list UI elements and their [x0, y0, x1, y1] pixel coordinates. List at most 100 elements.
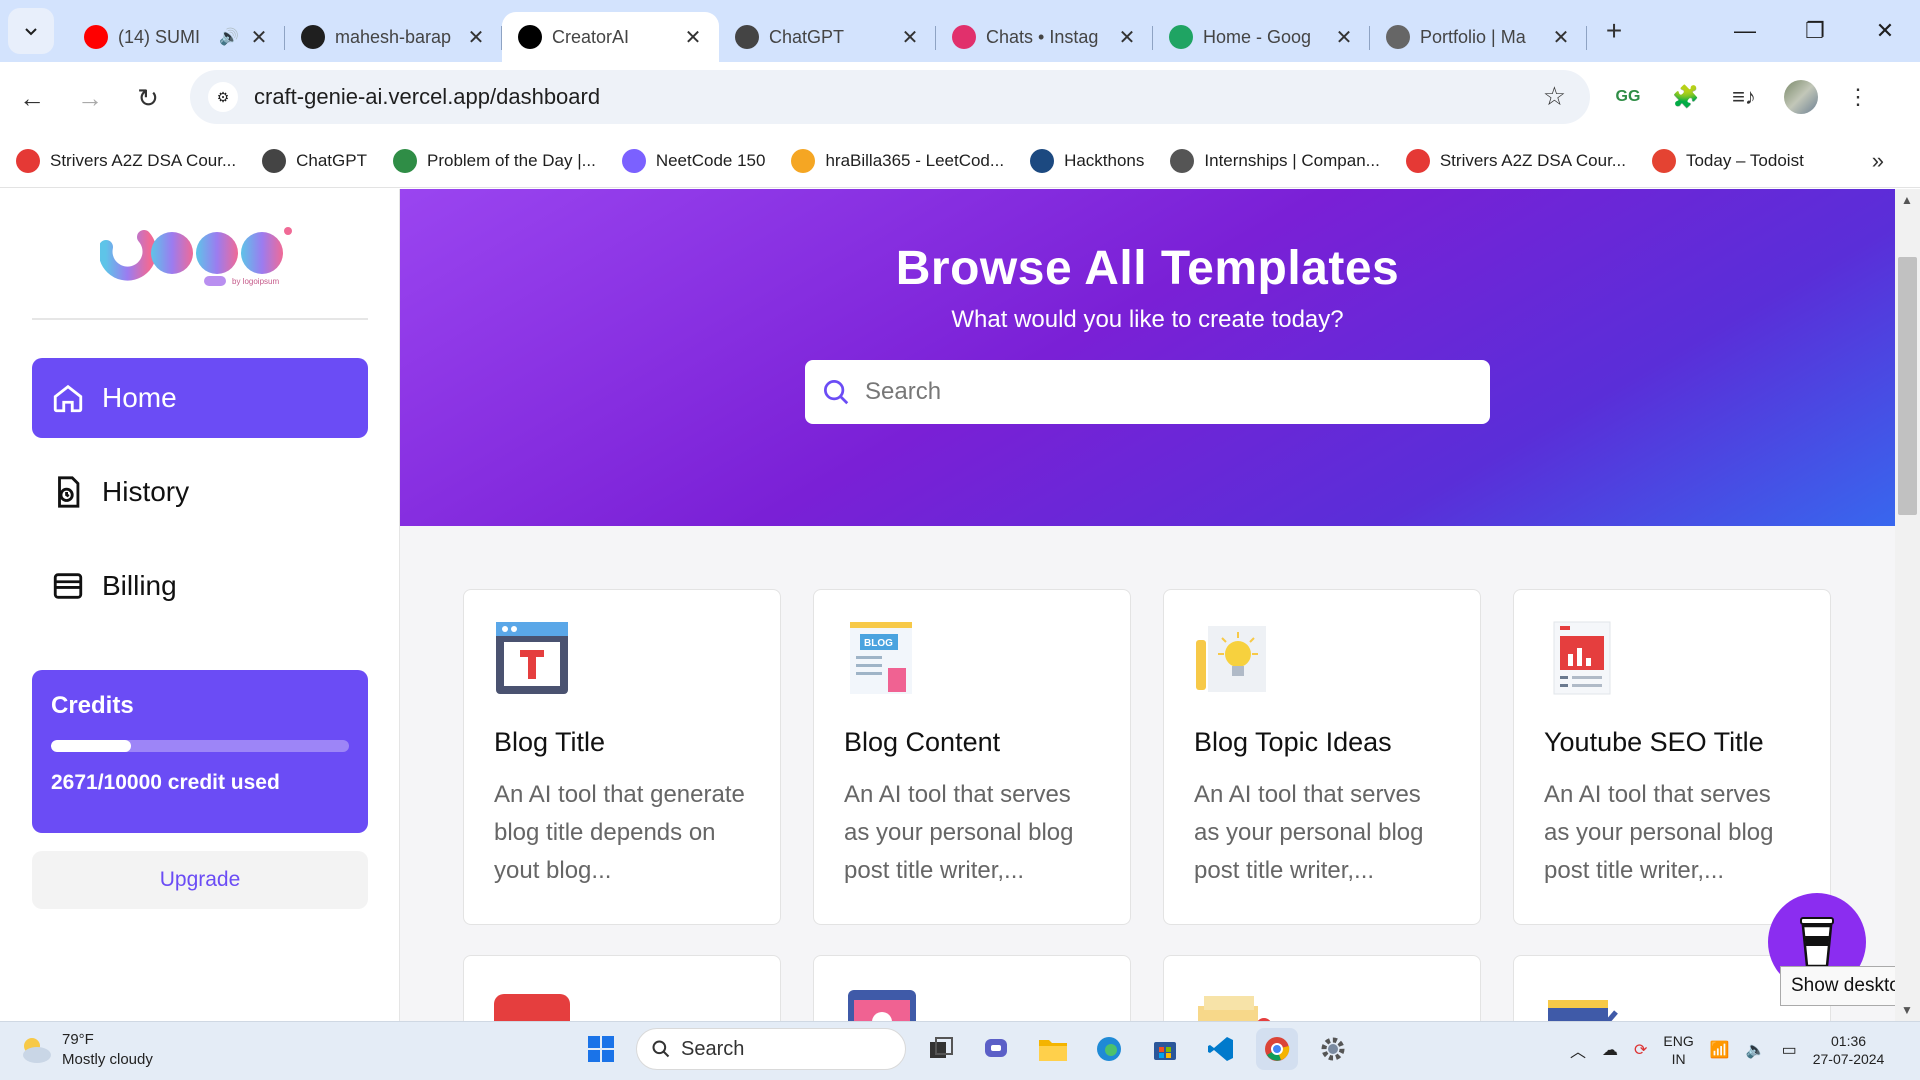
- tab-audio-icon[interactable]: 🔊: [219, 27, 239, 47]
- credits-progress-fill: [51, 740, 131, 752]
- menu-kebab-icon[interactable]: ⋮: [1840, 79, 1876, 115]
- vscode-icon[interactable]: [1200, 1028, 1242, 1070]
- bookmark-item[interactable]: ChatGPT: [262, 148, 367, 173]
- sidebar: by logoipsum Home History Billing Credit…: [0, 189, 400, 1021]
- tab-label: Chats • Instag: [986, 26, 1099, 47]
- search-icon: [652, 1040, 670, 1058]
- tab-label: CreatorAI: [552, 26, 630, 47]
- github-icon: [301, 25, 325, 49]
- template-card-blog-topic-ideas[interactable]: Blog Topic Ideas An AI tool that serves …: [1163, 589, 1481, 925]
- language-code: ENG: [1663, 1033, 1694, 1049]
- close-tab-icon[interactable]: ✕: [1334, 25, 1354, 50]
- template-card-youtube-seo-title[interactable]: Youtube SEO Title An AI tool that serves…: [1513, 589, 1831, 925]
- tab-search-button[interactable]: [8, 8, 54, 54]
- sync-icon[interactable]: ⟳: [1634, 1040, 1647, 1060]
- bookmark-label: Problem of the Day |...: [426, 150, 596, 170]
- bookmarks-overflow-icon[interactable]: »: [1872, 148, 1884, 174]
- wifi-icon[interactable]: 📶: [1710, 1040, 1730, 1060]
- browser-tab[interactable]: Chats • Instag ✕: [936, 12, 1153, 62]
- browser-tab[interactable]: (14) SUMI 🔊 ✕: [68, 12, 285, 62]
- reload-button[interactable]: ↻: [122, 72, 174, 124]
- sidebar-item-label: Home: [102, 382, 177, 413]
- browser-tab[interactable]: mahesh-barap ✕: [285, 12, 502, 62]
- region-code: IN: [1671, 1051, 1686, 1067]
- gfg-icon: [392, 148, 417, 173]
- svg-text:by logoipsum: by logoipsum: [232, 277, 279, 286]
- template-card-partial[interactable]: [1163, 955, 1481, 1021]
- close-window-button[interactable]: ✕: [1850, 0, 1920, 62]
- microsoft-store-icon[interactable]: [1144, 1028, 1186, 1070]
- windows-start-icon[interactable]: [580, 1028, 622, 1070]
- browser-tab[interactable]: ChatGPT ✕: [719, 12, 936, 62]
- template-card-partial[interactable]: [813, 955, 1131, 1021]
- onedrive-icon[interactable]: ☁: [1602, 1040, 1618, 1060]
- close-tab-icon[interactable]: ✕: [466, 25, 486, 50]
- close-tab-icon[interactable]: ✕: [1117, 25, 1137, 50]
- system-clock[interactable]: 01:36 27-07-2024: [1813, 1032, 1885, 1068]
- template-description: An AI tool that generate blog title depe…: [494, 781, 745, 884]
- upgrade-button[interactable]: Upgrade: [32, 851, 368, 909]
- teams-chat-icon[interactable]: [976, 1028, 1018, 1070]
- minimize-button[interactable]: —: [1710, 0, 1780, 62]
- bookmark-label: hraBilla365 - LeetCod...: [825, 150, 1005, 170]
- chevron-down-icon: [25, 28, 37, 36]
- sidebar-item-home[interactable]: Home: [32, 358, 368, 438]
- bookmark-item[interactable]: Today – Todoist: [1651, 148, 1804, 173]
- chevron-up-icon[interactable]: ︿: [1570, 1038, 1586, 1062]
- template-description: An AI tool that serves as your personal …: [1544, 781, 1774, 884]
- new-tab-button[interactable]: +: [1599, 15, 1629, 47]
- sidebar-item-billing[interactable]: Billing: [32, 546, 368, 626]
- battery-icon[interactable]: ▭: [1782, 1040, 1797, 1060]
- tab-label: ChatGPT: [769, 26, 845, 47]
- edge-browser-icon[interactable]: [1088, 1028, 1130, 1070]
- media-control-icon[interactable]: ≡♪: [1726, 79, 1762, 115]
- weather-desc: Mostly cloudy: [62, 1051, 153, 1068]
- chrome-icon[interactable]: [1256, 1028, 1298, 1070]
- browser-tab[interactable]: CreatorAI ✕: [502, 12, 719, 62]
- bookmark-item[interactable]: Hackthons: [1030, 148, 1144, 173]
- back-button[interactable]: ←: [6, 72, 58, 124]
- bookmark-item[interactable]: hraBilla365 - LeetCod...: [791, 148, 1005, 173]
- close-tab-icon[interactable]: ✕: [249, 25, 269, 50]
- bookmark-item[interactable]: Strivers A2Z DSA Cour...: [1405, 148, 1626, 173]
- browser-tab-strip: (14) SUMI 🔊 ✕ mahesh-barap ✕ CreatorAI ✕ ChatGP…: [0, 0, 1920, 62]
- close-tab-icon[interactable]: ✕: [683, 25, 703, 50]
- sidebar-item-history[interactable]: History: [32, 452, 368, 532]
- gfg-extension-icon[interactable]: GG: [1610, 79, 1646, 115]
- chatgpt-icon: [262, 148, 287, 173]
- template-search-input[interactable]: Search: [805, 360, 1490, 424]
- task-view-icon[interactable]: [920, 1028, 962, 1070]
- extensions-puzzle-icon[interactable]: 🧩: [1668, 79, 1704, 115]
- browser-tab[interactable]: Portfolio | Ma ✕: [1370, 12, 1587, 62]
- scrollbar-thumb[interactable]: [1898, 257, 1917, 515]
- site-info-icon[interactable]: ⚙: [208, 82, 238, 112]
- weather-widget[interactable]: 79°F Mostly cloudy: [18, 1030, 153, 1070]
- bookmark-item[interactable]: Internships | Compan...: [1170, 148, 1380, 173]
- file-explorer-icon[interactable]: [1032, 1028, 1074, 1070]
- search-placeholder: Search: [865, 378, 942, 405]
- scroll-down-arrow-icon[interactable]: ▼: [1901, 1003, 1913, 1017]
- sidebar-divider: [32, 318, 368, 320]
- language-indicator[interactable]: ENG IN: [1663, 1032, 1693, 1068]
- bookmark-star-icon[interactable]: ☆: [1543, 81, 1566, 112]
- billing-icon: [50, 568, 86, 604]
- template-card-partial[interactable]: [463, 955, 781, 1021]
- bookmark-item[interactable]: NeetCode 150: [621, 148, 765, 173]
- close-tab-icon[interactable]: ✕: [900, 25, 920, 50]
- template-card-blog-title[interactable]: Blog Title An AI tool that generate blog…: [463, 589, 781, 925]
- bookmark-item[interactable]: Problem of the Day |...: [392, 148, 596, 173]
- forward-button[interactable]: →: [64, 72, 116, 124]
- template-card-blog-content[interactable]: BLOG Blog Content An AI tool that serves…: [813, 589, 1131, 925]
- taskbar-search-box[interactable]: Search: [636, 1028, 906, 1070]
- browser-tab[interactable]: Home - Goog ✕: [1153, 12, 1370, 62]
- address-bar[interactable]: ⚙ craft-genie-ai.vercel.app/dashboard ☆: [190, 70, 1590, 124]
- volume-icon[interactable]: 🔈: [1746, 1040, 1766, 1060]
- close-tab-icon[interactable]: ✕: [1551, 25, 1571, 50]
- bookmark-item[interactable]: Strivers A2Z DSA Cour...: [16, 148, 236, 173]
- settings-gear-icon[interactable]: [1312, 1028, 1354, 1070]
- svg-text:BLOG: BLOG: [864, 638, 893, 649]
- page-scrollbar[interactable]: ▲ ▼: [1895, 189, 1920, 1021]
- profile-avatar[interactable]: [1784, 80, 1818, 114]
- restore-button[interactable]: ❐: [1780, 0, 1850, 62]
- scroll-up-arrow-icon[interactable]: ▲: [1901, 193, 1913, 207]
